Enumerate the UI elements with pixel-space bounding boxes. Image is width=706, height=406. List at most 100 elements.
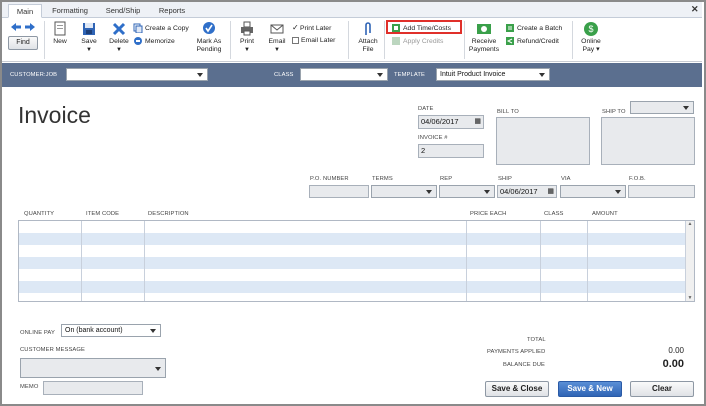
chevron-down-icon: [539, 73, 545, 77]
tab-reports[interactable]: Reports: [152, 4, 192, 18]
online-pay-select[interactable]: On (bank account): [61, 324, 161, 337]
chevron-down-icon: [377, 73, 383, 77]
new-document-icon: [54, 21, 66, 36]
invoice-number-field[interactable]: 2: [418, 144, 484, 158]
date-field[interactable]: 04/06/2017 ▦: [418, 115, 484, 129]
save-disk-icon: [83, 23, 95, 35]
ship-date-field[interactable]: 04/06/2017 ▦: [497, 185, 557, 198]
create-batch-button[interactable]: Create a Batch: [505, 23, 562, 33]
receive-payments-button[interactable]: Receive Payments: [466, 21, 502, 54]
tab-main[interactable]: Main: [8, 4, 42, 18]
chevron-down-icon: [484, 190, 490, 194]
table-row[interactable]: [19, 257, 686, 269]
customer-header-bar: CUSTOMER:JOB CLASS TEMPLATE Intuit Produ…: [2, 63, 702, 87]
arrow-icon: [11, 23, 35, 31]
memo-label: MEMO: [20, 384, 39, 390]
memorize-icon: [134, 37, 142, 45]
po-number-label: P.O. NUMBER: [310, 176, 349, 182]
table-row[interactable]: [19, 269, 686, 281]
rep-select[interactable]: [439, 185, 495, 198]
svg-text:$: $: [588, 24, 593, 34]
total-label: TOTAL: [527, 337, 546, 343]
rep-label: REP: [440, 176, 453, 182]
ship-to-select[interactable]: [630, 101, 694, 114]
chevron-down-icon: [150, 329, 156, 333]
column-header: AMOUNT: [592, 211, 618, 217]
online-pay-button[interactable]: $ Online Pay ▾: [576, 21, 606, 54]
po-number-field[interactable]: [309, 185, 369, 198]
table-scrollbar[interactable]: ▲ ▼: [685, 221, 694, 301]
email-later-checkbox[interactable]: Email Later: [292, 36, 335, 45]
apply-credits-icon: [392, 37, 400, 45]
column-header: QUANTITY: [24, 211, 55, 217]
bill-to-label: BILL TO: [497, 109, 519, 115]
email-button[interactable]: Email ▼: [264, 21, 290, 54]
template-select[interactable]: Intuit Product Invoice: [436, 68, 550, 81]
email-envelope-icon: [270, 24, 284, 34]
create-copy-button[interactable]: Create a Copy: [133, 23, 189, 33]
print-later-checkbox[interactable]: ✓Print Later: [292, 23, 331, 33]
class-label: CLASS: [274, 72, 294, 78]
column-header: ITEM CODE: [86, 211, 120, 217]
find-button[interactable]: Find: [8, 36, 38, 50]
close-icon[interactable]: ✕: [691, 4, 699, 15]
time-costs-icon: [392, 24, 400, 32]
table-row[interactable]: [19, 221, 686, 233]
payments-applied-value: 0.00: [668, 346, 684, 355]
scroll-down-icon: ▼: [687, 295, 693, 301]
paperclip-icon: [365, 22, 371, 35]
balance-due-value: 0.00: [662, 358, 684, 370]
mark-as-pending-button[interactable]: Mark As Pending: [192, 21, 226, 54]
customer-job-select[interactable]: [66, 68, 208, 81]
receive-payments-icon: [477, 24, 491, 34]
chevron-down-icon: [426, 190, 432, 194]
new-button[interactable]: New: [48, 21, 72, 46]
save-button[interactable]: Save ▼: [76, 21, 102, 54]
online-pay-icon: $: [584, 22, 598, 36]
printer-icon: [241, 21, 253, 36]
customer-job-label: CUSTOMER:JOB: [10, 72, 58, 78]
tab-formatting[interactable]: Formatting: [46, 4, 94, 18]
delete-x-icon: [112, 22, 126, 36]
add-time-costs-button[interactable]: Add Time/Costs: [391, 23, 451, 33]
chevron-down-icon: [197, 73, 203, 77]
terms-select[interactable]: [371, 185, 437, 198]
column-header: PRICE EACH: [470, 211, 507, 217]
table-row[interactable]: [19, 281, 686, 293]
ribbon-toolbar: Find New Save ▼ Delete ▼ Create a Copy M…: [2, 18, 702, 62]
save-new-button[interactable]: Save & New: [558, 381, 622, 397]
line-items-header: QUANTITY ITEM CODE DESCRIPTION PRICE EAC…: [18, 209, 695, 220]
table-row[interactable]: [19, 245, 686, 257]
clear-button[interactable]: Clear: [630, 381, 694, 397]
delete-button[interactable]: Delete ▼: [106, 21, 132, 54]
tab-send-ship[interactable]: Send/Ship: [100, 4, 146, 18]
refund-credit-button[interactable]: Refund/Credit: [505, 36, 559, 46]
table-row[interactable]: [19, 233, 686, 245]
apply-credits-button[interactable]: Apply Credits: [391, 36, 443, 46]
attach-file-button[interactable]: Attach File: [354, 21, 382, 54]
ship-to-label: SHIP TO: [602, 109, 626, 115]
fob-field[interactable]: [628, 185, 695, 198]
checkbox-unchecked-icon[interactable]: [292, 36, 299, 44]
print-button[interactable]: Print ▼: [234, 21, 260, 54]
online-pay-label: ONLINE PAY: [20, 330, 55, 336]
prev-next-arrows[interactable]: [10, 22, 36, 34]
fob-label: F.O.B.: [629, 176, 646, 182]
memorize-button[interactable]: Memorize: [133, 36, 175, 46]
chevron-down-icon: [683, 106, 689, 110]
column-header: CLASS: [544, 211, 564, 217]
batch-icon: [506, 24, 514, 32]
save-close-button[interactable]: Save & Close: [485, 381, 549, 397]
memo-field[interactable]: [43, 381, 143, 395]
pending-check-icon: [203, 22, 215, 34]
invoice-title: Invoice: [18, 102, 91, 128]
via-select[interactable]: [560, 185, 626, 198]
checkbox-checked-icon[interactable]: ✓: [292, 23, 300, 32]
ship-date-label: SHIP: [498, 176, 512, 182]
date-label: DATE: [418, 106, 434, 112]
customer-message-select[interactable]: [20, 358, 166, 378]
bill-to-field[interactable]: [496, 117, 590, 165]
ship-to-field[interactable]: [601, 117, 695, 165]
line-items-table[interactable]: ▲ ▼: [18, 220, 695, 302]
class-select[interactable]: [300, 68, 388, 81]
